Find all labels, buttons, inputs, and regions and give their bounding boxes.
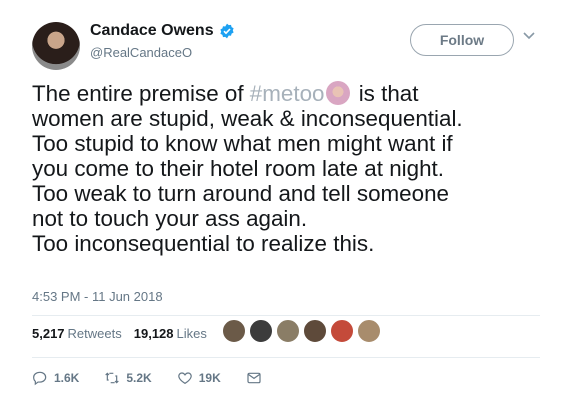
liker-avatar[interactable] xyxy=(249,319,273,343)
tweet-line: Too stupid to know what men might want i… xyxy=(32,131,453,156)
retweets-label: Retweets xyxy=(67,326,122,341)
avatar[interactable] xyxy=(32,22,80,70)
author-name-row: Candace Owens xyxy=(90,22,235,40)
liker-avatar[interactable] xyxy=(303,319,327,343)
likes-label: Likes xyxy=(176,326,207,341)
tweet-text-segment: is that xyxy=(352,81,419,106)
divider xyxy=(32,357,540,358)
author-handle[interactable]: @RealCandaceO xyxy=(90,45,192,60)
hashtag-emoji-icon xyxy=(326,81,351,105)
tweet-line: The entire premise of #metoo is that xyxy=(32,81,552,106)
liker-avatars xyxy=(222,319,384,343)
tweet-line: women are stupid, weak & inconsequential… xyxy=(32,106,463,131)
verified-badge-icon xyxy=(220,23,234,39)
retweets-count: 5,217 xyxy=(32,326,65,341)
hashtag-link[interactable]: #metoo xyxy=(250,81,325,106)
heart-icon xyxy=(177,372,192,385)
liker-avatar[interactable] xyxy=(276,319,300,343)
likes-stat[interactable]: 19,128 Likes xyxy=(134,326,207,341)
reply-button[interactable]: 1.6K xyxy=(32,370,79,386)
retweet-icon xyxy=(105,372,120,384)
liker-avatar[interactable] xyxy=(330,319,354,343)
reply-icon xyxy=(33,371,47,386)
chevron-down-icon[interactable] xyxy=(522,28,536,42)
likes-count: 19,128 xyxy=(133,326,174,341)
author-name[interactable]: Candace Owens xyxy=(90,22,214,40)
tweet-line: not to touch your ass again. xyxy=(32,206,308,231)
divider xyxy=(32,315,540,316)
tweet-text-segment: The entire premise of xyxy=(32,81,250,106)
tweet-stats: 5,217 Retweets 19,128 Likes xyxy=(32,326,219,341)
tweet-text: The entire premise of #metoo is that wom… xyxy=(32,81,552,256)
retweet-button[interactable]: 5.2K xyxy=(104,370,152,386)
liker-avatar[interactable] xyxy=(357,319,381,343)
tweet-header: Candace Owens @RealCandaceO Follow xyxy=(32,18,542,74)
tweet-actions: 1.6K 5.2K 19K xyxy=(32,370,293,386)
liker-avatar[interactable] xyxy=(222,319,246,343)
follow-button[interactable]: Follow xyxy=(410,24,514,56)
tweet-line: Too inconsequential to realize this. xyxy=(32,231,375,256)
like-count: 19K xyxy=(198,371,221,385)
tweet-line: Too weak to turn around and tell someone xyxy=(32,181,449,206)
like-button[interactable]: 19K xyxy=(177,370,221,386)
retweets-stat[interactable]: 5,217 Retweets xyxy=(32,326,122,341)
reply-count: 1.6K xyxy=(54,371,80,385)
retweet-count: 5.2K xyxy=(126,371,152,385)
tweet-timestamp[interactable]: 4:53 PM - 11 Jun 2018 xyxy=(32,289,163,304)
envelope-icon xyxy=(247,372,261,384)
tweet-line: you come to their hotel room late at nig… xyxy=(32,156,444,181)
direct-message-button[interactable] xyxy=(246,370,268,386)
